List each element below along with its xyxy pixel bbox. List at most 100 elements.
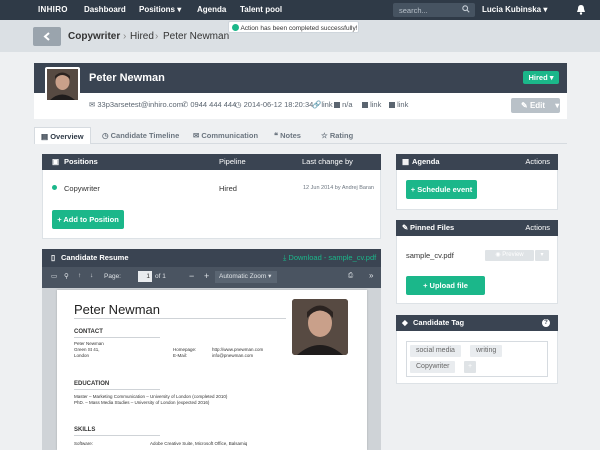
breadcrumb-mid[interactable]: Hired <box>130 31 154 42</box>
nav-positions[interactable]: Positions ▾ <box>139 5 181 14</box>
position-name[interactable]: Copywriter <box>64 184 100 193</box>
preview-label: Preview <box>502 252 524 258</box>
link-text: link <box>321 100 333 109</box>
positions-title: Positions <box>64 157 98 166</box>
tab-communication[interactable]: ✉ Communication <box>193 131 258 140</box>
search-input[interactable]: search... <box>393 3 475 17</box>
calendar-icon: ▦ <box>402 157 410 166</box>
add-tag-button[interactable]: + <box>464 361 477 373</box>
col-last-change: Last change by <box>302 157 353 166</box>
edit-button[interactable]: ✎ Edit ▾ <box>511 98 560 113</box>
linkedin-icon <box>334 102 340 108</box>
files-actions[interactable]: Actions <box>525 220 550 236</box>
phone-field: ✆ 0944 444 444 <box>182 100 237 109</box>
position-stage: Hired <box>219 184 237 193</box>
tab-label: Communication <box>201 131 259 140</box>
nav-dashboard[interactable]: Dashboard <box>84 5 126 14</box>
files-title: Pinned Files <box>410 223 455 232</box>
nav-agenda[interactable]: Agenda <box>197 5 226 14</box>
cv-photo <box>292 299 348 355</box>
resume-header: ▯ Candidate Resume ⤓ Download - sample_c… <box>42 249 381 267</box>
agenda-title: Agenda <box>412 157 440 166</box>
tabs-divider <box>34 143 567 144</box>
app-logo[interactable]: INHIRO <box>38 5 68 14</box>
success-toast: Action has been completed successfully! <box>228 21 359 33</box>
tab-notes[interactable]: ❝ Notes <box>274 131 301 140</box>
tags-title: Candidate Tag <box>413 318 465 327</box>
user-menu[interactable]: Lucia Kubinska ▾ <box>482 5 547 14</box>
bell-icon[interactable] <box>576 4 586 15</box>
linkedin-link[interactable]: n/a <box>334 100 353 109</box>
search-placeholder: search... <box>399 6 428 15</box>
link-text-3: link <box>397 100 409 109</box>
email-field[interactable]: ✉ 33p3arsetest@inhiro.com <box>89 100 183 109</box>
help-icon[interactable]: ? <box>542 319 550 327</box>
find-icon[interactable]: ⚲ <box>64 272 69 280</box>
download-link[interactable]: ⤓ Download - sample_cv.pdf <box>283 249 376 267</box>
resume-title: Candidate Resume <box>61 253 129 262</box>
web-link[interactable]: 🔗link <box>312 100 333 109</box>
status-dropdown-button[interactable]: Hired ▾ <box>523 71 559 84</box>
page-label: Page: <box>104 273 121 280</box>
sidebar-toggle-icon[interactable]: ▭ <box>51 272 57 280</box>
tab-label: Candidate Timeline <box>110 131 180 140</box>
cv-address-line: Peter Newman <box>74 341 104 346</box>
tab-overview[interactable]: ▤ Overview <box>34 127 91 144</box>
agenda-actions[interactable]: Actions <box>525 154 550 170</box>
tag-chip[interactable]: Copywriter <box>410 361 456 373</box>
files-header: ✎ Pinned Files Actions <box>396 220 558 236</box>
document-icon: ▯ <box>51 253 56 262</box>
schedule-event-button[interactable]: + Schedule event <box>406 180 477 199</box>
print-icon[interactable]: ⎙ <box>348 272 353 280</box>
next-page-icon[interactable]: ↓ <box>90 272 93 279</box>
upload-file-button[interactable]: + Upload file <box>406 276 485 295</box>
tab-label: Notes <box>280 131 301 140</box>
cv-education-line: PhD. – Mass Media Studies – University o… <box>74 400 210 405</box>
tag-chip[interactable]: writing <box>470 345 503 357</box>
more-tools-icon[interactable]: » <box>369 271 373 280</box>
file-name[interactable]: sample_cv.pdf <box>406 251 454 260</box>
breadcrumb-separator: › <box>123 31 127 42</box>
tags-header: ◆ Candidate Tag ? <box>396 315 558 331</box>
cv-email-label: E-Mail: <box>173 353 188 358</box>
zoom-in-icon[interactable]: + <box>204 271 209 281</box>
overview-icon: ▤ <box>41 132 49 141</box>
cv-skills-value: Adobe Creative Suite, Microsoft Office, … <box>150 441 248 446</box>
avatar <box>45 67 80 102</box>
facebook-icon <box>389 102 395 108</box>
page-number-input[interactable]: 1 <box>138 271 152 282</box>
link-text-2: link <box>370 100 382 109</box>
divider <box>74 389 160 390</box>
previous-page-icon[interactable]: ↑ <box>78 272 81 279</box>
breadcrumb-root[interactable]: Copywriter <box>68 31 120 42</box>
twitter-link[interactable]: link <box>362 100 381 109</box>
toast-text: Action has been completed successfully! <box>240 25 358 32</box>
cv-skills-label: Software: <box>74 441 94 446</box>
tag-icon: ◆ <box>402 318 408 327</box>
cv-skills-heading: SKILLS <box>74 427 96 433</box>
chevron-down-icon: ▾ <box>540 252 544 258</box>
back-button[interactable] <box>33 27 61 46</box>
candidate-name: Peter Newman <box>89 72 165 84</box>
nav-talent-pool[interactable]: Talent pool <box>240 5 282 14</box>
tab-candidate-timeline[interactable]: ◷ Candidate Timeline <box>102 131 179 140</box>
tag-chip[interactable]: social media <box>410 345 461 357</box>
agenda-header: ▦ Agenda Actions <box>396 154 558 170</box>
divider <box>74 435 160 436</box>
page-count: of 1 <box>155 273 166 280</box>
facebook-link[interactable]: link <box>389 100 408 109</box>
table-row[interactable]: Copywriter Hired 12 Jun 2014 by Andrej B… <box>42 172 381 202</box>
phone-text: 0944 444 444 <box>190 100 237 109</box>
divider <box>74 337 160 338</box>
preview-button[interactable]: ◉ Preview <box>485 250 534 261</box>
tab-rating[interactable]: ☆ Rating <box>321 131 353 140</box>
cv-education-heading: EDUCATION <box>74 381 110 387</box>
zoom-out-icon[interactable]: − <box>189 271 194 281</box>
zoom-select[interactable]: Automatic Zoom ▾ <box>215 271 277 283</box>
date-text: 2014-06-12 18:20:34 <box>243 100 314 109</box>
add-to-position-button[interactable]: + Add to Position <box>52 210 124 229</box>
check-icon <box>232 24 239 31</box>
preview-dropdown-button[interactable]: ▾ <box>535 250 549 261</box>
email-text: 33p3arsetest@inhiro.com <box>97 100 183 109</box>
cv-homepage-value: http://www.pnewman.com <box>212 347 264 352</box>
